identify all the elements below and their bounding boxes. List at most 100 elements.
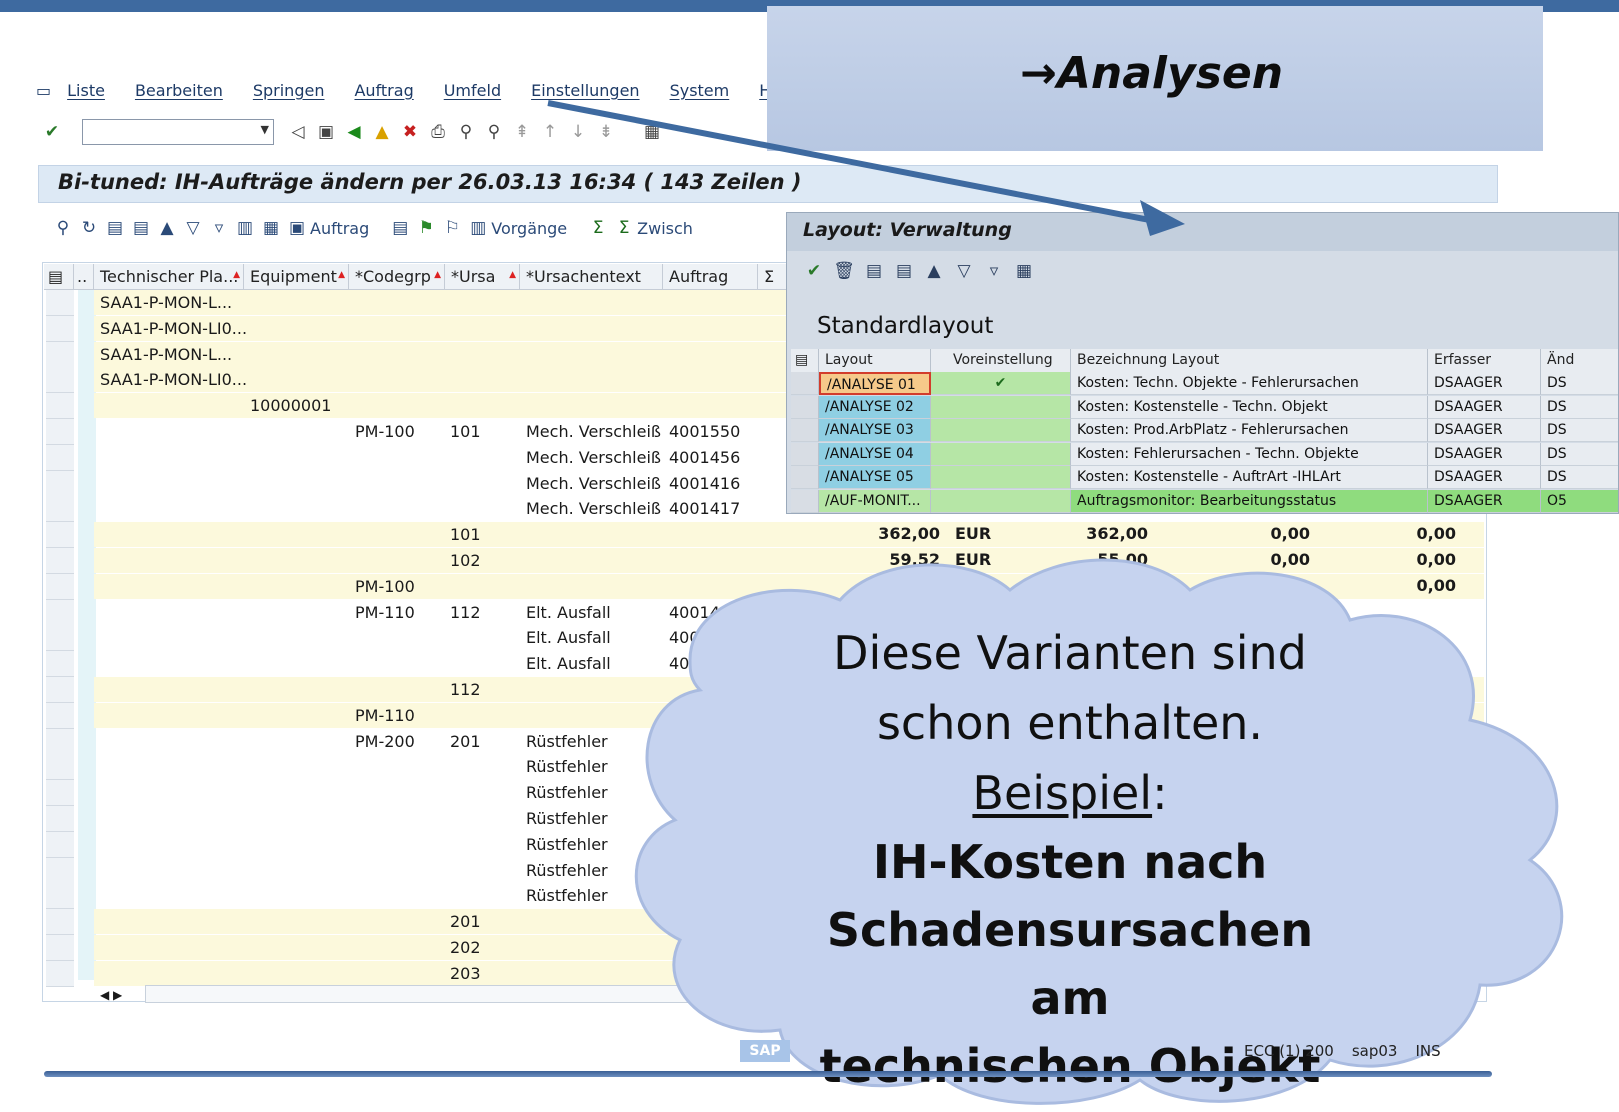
flag-green-icon[interactable]: ⚑ bbox=[413, 218, 439, 238]
row-selector[interactable] bbox=[46, 367, 74, 393]
refresh-icon[interactable]: ↻ bbox=[76, 218, 102, 238]
apply-icon[interactable]: ✔ bbox=[799, 261, 829, 281]
menu-bearbeiten[interactable]: Bearbeiten bbox=[135, 81, 223, 100]
row-selector[interactable] bbox=[46, 780, 74, 806]
export-icon[interactable]: ▤ bbox=[387, 218, 413, 238]
select-all-header[interactable]: ▤ bbox=[44, 264, 74, 290]
row-selector[interactable] bbox=[46, 342, 74, 368]
find-next-icon[interactable]: ⚲ bbox=[482, 121, 506, 143]
layout-row-selector[interactable] bbox=[791, 442, 819, 466]
status-system[interactable]: ECC (1) 200 bbox=[1244, 1042, 1334, 1060]
layout-name-cell[interactable]: /ANALYSE 02 bbox=[819, 395, 931, 419]
menu-system[interactable]: System bbox=[670, 81, 730, 100]
layout-default-cell[interactable]: ✔ bbox=[931, 372, 1071, 395]
menu-springen[interactable]: Springen bbox=[253, 81, 325, 100]
layout-changed-cell[interactable]: DS bbox=[1541, 442, 1618, 466]
chevron-down-icon[interactable]: ▼ bbox=[261, 123, 269, 136]
grid-icon[interactable]: ▦ bbox=[1009, 261, 1039, 281]
layout-default-cell[interactable] bbox=[931, 395, 1071, 419]
calculator-icon[interactable]: ▦ bbox=[258, 218, 284, 238]
subtotal-icon[interactable]: Σ bbox=[611, 218, 637, 238]
save-icon[interactable]: ▣ bbox=[314, 121, 338, 143]
flag-icon[interactable]: ⚐ bbox=[439, 218, 465, 238]
layout-changed-cell[interactable]: O5 bbox=[1541, 490, 1618, 513]
layout-creator-cell[interactable]: DSAAGER bbox=[1428, 395, 1541, 419]
menu-umfeld[interactable]: Umfeld bbox=[444, 81, 501, 100]
sort-icon[interactable]: ▲ bbox=[919, 261, 949, 281]
row-selector[interactable] bbox=[46, 393, 74, 419]
col-header-ursache[interactable]: *Ursa ▲ bbox=[445, 264, 520, 290]
filter-delete-icon[interactable]: ▿ bbox=[979, 261, 1009, 281]
menu-liste[interactable]: Liste bbox=[67, 81, 105, 100]
back-icon[interactable]: ◀ bbox=[342, 121, 366, 143]
layout-changed-cell[interactable]: DS bbox=[1541, 466, 1618, 490]
details-icon[interactable]: ▤ bbox=[859, 261, 889, 281]
enter-icon[interactable]: ✔ bbox=[40, 121, 64, 143]
layout-row-selector[interactable] bbox=[791, 372, 819, 395]
row-selector[interactable] bbox=[46, 832, 74, 858]
layout-default-cell[interactable] bbox=[931, 466, 1071, 490]
row-selector[interactable] bbox=[46, 909, 74, 935]
layout-menu-icon[interactable]: ▦ bbox=[640, 121, 664, 143]
menu-auftrag[interactable]: Auftrag bbox=[354, 81, 413, 100]
table-row[interactable]: PM-100 bbox=[44, 574, 1484, 600]
row-selector[interactable] bbox=[46, 471, 74, 497]
layout-col-default[interactable]: Voreinstellung bbox=[931, 349, 1071, 372]
col-header-equipment[interactable]: Equipment ▲ bbox=[244, 264, 349, 290]
layout-description-cell[interactable]: Kosten: Kostenstelle - AuftrArt -IHLArt bbox=[1071, 466, 1428, 490]
layout-default-cell[interactable] bbox=[931, 490, 1071, 513]
filter-delete-icon[interactable]: ▿ bbox=[206, 218, 232, 238]
filter-icon[interactable]: ▽ bbox=[949, 261, 979, 281]
vorgaenge-button[interactable]: Vorgänge bbox=[491, 219, 567, 238]
layout-description-cell[interactable]: Kosten: Prod.ArbPlatz - Fehlerursachen bbox=[1071, 419, 1428, 443]
row-selector[interactable] bbox=[46, 419, 74, 445]
row-selector[interactable] bbox=[46, 316, 74, 342]
cancel-icon[interactable]: ✖ bbox=[398, 121, 422, 143]
order-icon[interactable]: ▣ bbox=[284, 218, 310, 238]
menu-icon[interactable]: ▭ bbox=[36, 81, 51, 100]
save-layout-icon[interactable]: ▤ bbox=[128, 218, 154, 238]
row-selector[interactable] bbox=[46, 729, 74, 755]
col-header-ursachentext[interactable]: *Ursachentext bbox=[520, 264, 663, 290]
menu-einstellungen[interactable]: Einstellungen bbox=[531, 81, 639, 100]
next-page-icon[interactable]: ↓ bbox=[566, 121, 590, 143]
exit-icon[interactable]: ▲ bbox=[370, 121, 394, 143]
row-selector[interactable] bbox=[46, 754, 74, 780]
row-selector[interactable] bbox=[46, 806, 74, 832]
layout-changed-cell[interactable]: DS bbox=[1541, 395, 1618, 419]
print-icon[interactable]: ⎙ bbox=[426, 121, 450, 143]
row-selector[interactable] bbox=[46, 651, 74, 677]
layout-changed-cell[interactable]: DS bbox=[1541, 372, 1618, 395]
layout-creator-cell[interactable]: DSAAGER bbox=[1428, 466, 1541, 490]
row-selector[interactable] bbox=[46, 883, 74, 909]
find-icon[interactable]: ⚲ bbox=[454, 121, 478, 143]
layout-name-cell[interactable]: /ANALYSE 05 bbox=[819, 466, 931, 490]
layout-col-changed[interactable]: Änd bbox=[1541, 349, 1618, 372]
row-selector[interactable] bbox=[46, 858, 74, 884]
layout-col-description[interactable]: Bezeichnung Layout bbox=[1071, 349, 1428, 372]
layout-row-selector[interactable] bbox=[791, 419, 819, 443]
layout-description-cell[interactable]: Kosten: Fehlerursachen - Techn. Objekte bbox=[1071, 442, 1428, 466]
layout-row-selector[interactable] bbox=[791, 466, 819, 490]
row-selector[interactable] bbox=[46, 290, 74, 316]
col-header-codegrp[interactable]: *Codegrp ▲ bbox=[349, 264, 445, 290]
layout-select-header[interactable]: ▤ bbox=[791, 349, 819, 372]
layout-default-cell[interactable] bbox=[931, 419, 1071, 443]
row-selector[interactable] bbox=[46, 677, 74, 703]
layout-changed-cell[interactable]: DS bbox=[1541, 419, 1618, 443]
layout-creator-cell[interactable]: DSAAGER bbox=[1428, 490, 1541, 513]
layout-creator-cell[interactable]: DSAAGER bbox=[1428, 442, 1541, 466]
operations-icon[interactable]: ▥ bbox=[465, 218, 491, 238]
filter-icon[interactable]: ▽ bbox=[180, 218, 206, 238]
delete-icon[interactable]: 🗑 bbox=[829, 261, 859, 281]
layout-creator-cell[interactable]: DSAAGER bbox=[1428, 419, 1541, 443]
layout-name-cell[interactable]: /ANALYSE 01 bbox=[819, 372, 931, 395]
last-page-icon[interactable]: ⇟ bbox=[594, 121, 618, 143]
scroll-left-icon[interactable]: ◀ ▶ bbox=[100, 983, 122, 1008]
row-selector[interactable] bbox=[46, 548, 74, 574]
row-selector[interactable] bbox=[46, 625, 74, 651]
prev-page-icon[interactable]: ↑ bbox=[538, 121, 562, 143]
layout-description-cell[interactable]: Auftragsmonitor: Bearbeitungsstatus bbox=[1071, 490, 1428, 513]
sort-asc-icon[interactable]: ▲ bbox=[154, 218, 180, 238]
layout-default-cell[interactable] bbox=[931, 442, 1071, 466]
